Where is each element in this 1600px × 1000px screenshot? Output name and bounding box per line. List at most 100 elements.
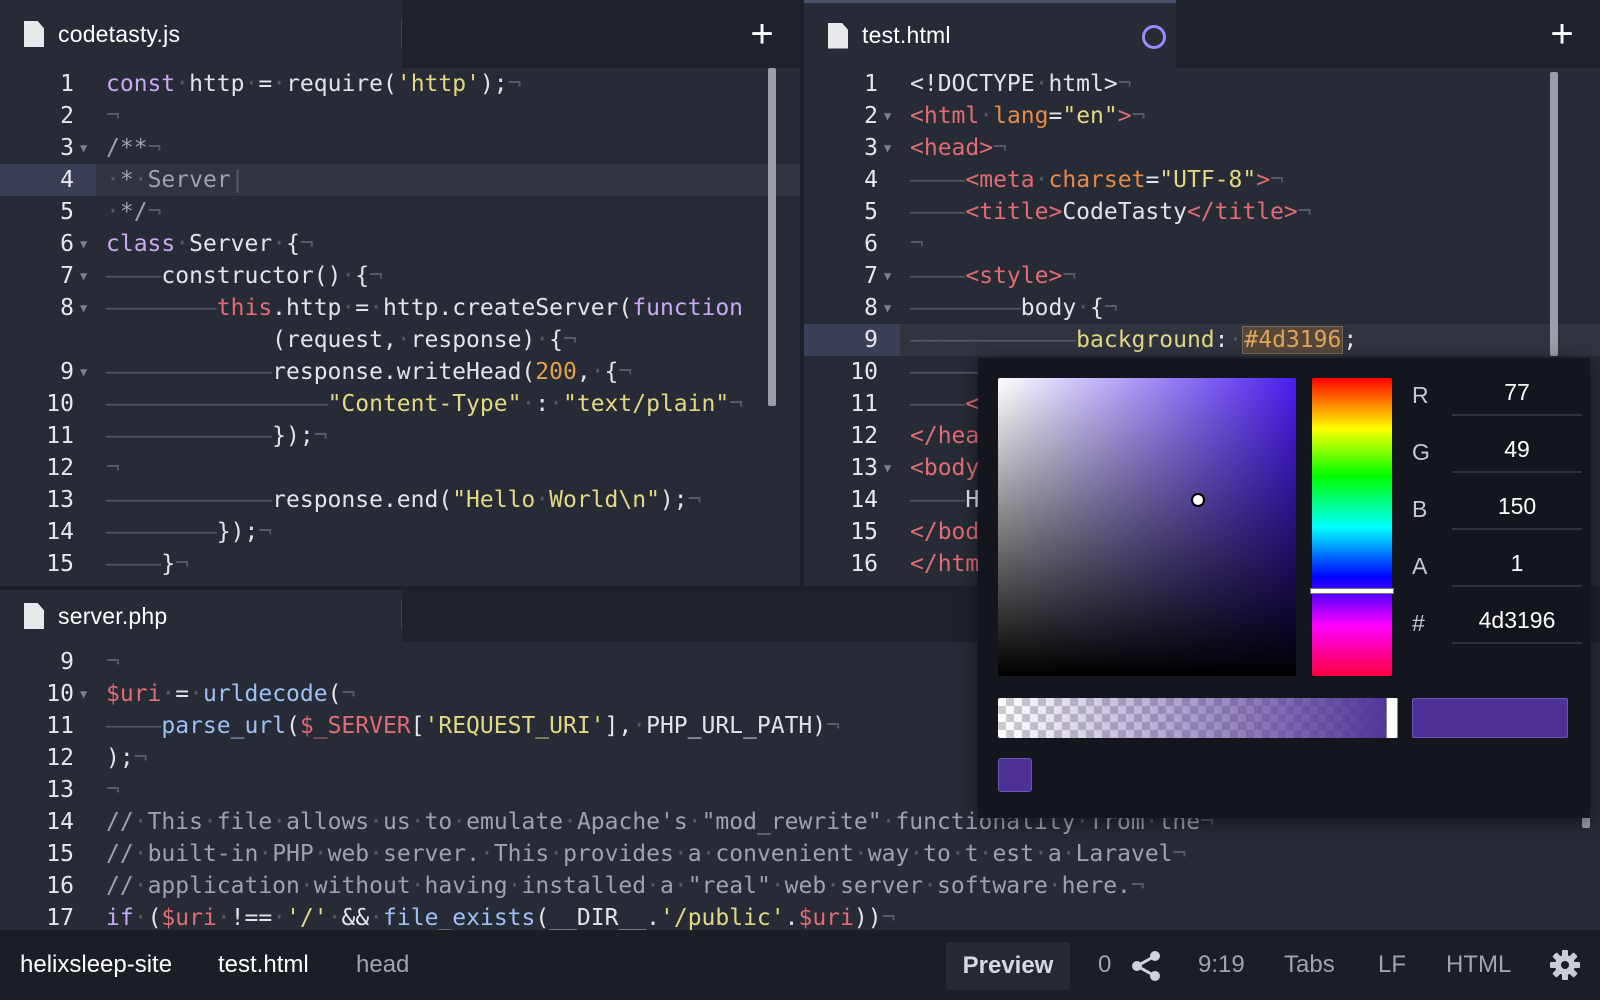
indentation-setting[interactable]: Tabs xyxy=(1284,930,1335,1000)
line-text: ·*·Server| xyxy=(106,167,245,193)
line-number: 15 xyxy=(850,519,878,545)
line-number: 8 xyxy=(864,295,878,321)
code-line[interactable]: 17 if·($uri·!==·'/'·&&·file_exists(__DIR_… xyxy=(0,902,1600,930)
channel-input[interactable]: 49 xyxy=(1452,427,1582,473)
color-swatch[interactable] xyxy=(998,758,1032,792)
unsaved-circle-icon[interactable] xyxy=(1142,25,1166,49)
line-text: //·built-in·PHP·web·server.·This·provide… xyxy=(106,841,1187,867)
channel-row: B 150 xyxy=(1412,484,1582,532)
code-line[interactable]: 3 ▼ /**¬ xyxy=(0,132,800,164)
tab-separator xyxy=(401,600,402,630)
line-number: 4 xyxy=(0,164,96,196)
line-text: ¬ xyxy=(106,649,120,675)
fold-arrow-icon[interactable]: ▼ xyxy=(80,678,87,710)
code-line[interactable]: 2 ▼ <html·lang="en">¬ xyxy=(804,100,1600,132)
channel-input[interactable]: 77 xyxy=(1452,370,1582,416)
line-text: ¬ xyxy=(106,777,120,803)
code-line[interactable]: 7 ▼ ————constructor()·{¬ xyxy=(0,260,800,292)
line-number: 16 xyxy=(850,551,878,577)
fold-arrow-icon[interactable]: ▼ xyxy=(80,292,87,324)
fold-arrow-icon[interactable]: ▼ xyxy=(80,356,87,388)
hue-handle[interactable] xyxy=(1310,587,1394,594)
cursor-position[interactable]: 9:19 xyxy=(1198,930,1245,1000)
scrollbar[interactable] xyxy=(768,68,776,406)
channel-input[interactable]: 4d3196 xyxy=(1452,598,1582,644)
code-line[interactable]: 1 <!DOCTYPE·html>¬ xyxy=(804,68,1600,100)
saturation-cursor[interactable] xyxy=(1190,493,1205,508)
code-line[interactable]: 1 const·http·=·require('http');¬ xyxy=(0,68,800,100)
line-number: 11 xyxy=(46,713,74,739)
language-mode[interactable]: HTML xyxy=(1446,930,1511,1000)
plus-icon[interactable]: + xyxy=(1542,14,1582,54)
code-line[interactable]: 4 ————<meta·charset="UTF-8">¬ xyxy=(804,164,1600,196)
status-bar: helixsleep-site test.html head Preview 0… xyxy=(0,930,1600,1000)
code-line[interactable]: 6 ¬ xyxy=(804,228,1600,260)
fold-arrow-icon[interactable]: ▼ xyxy=(80,132,87,164)
code-line[interactable]: 13 ————————————response.end("Hello·World\… xyxy=(0,484,800,516)
code-line[interactable]: 9 ————————————background:·#4d3196; xyxy=(804,324,1600,356)
line-text: ————parse_url($_SERVER['REQUEST_URI'],·P… xyxy=(106,713,840,739)
hue-slider[interactable] xyxy=(1310,378,1394,676)
code-editor[interactable]: 1 const·http·=·require('http');¬ 2 ¬ 3 ▼/**¬ 4… xyxy=(0,68,800,586)
channel-input[interactable]: 150 xyxy=(1452,484,1582,530)
alpha-slider[interactable] xyxy=(998,698,1398,738)
line-text: //·application·without·having·installed·… xyxy=(106,873,1145,899)
channel-label: A xyxy=(1412,553,1428,579)
code-line[interactable]: 14 ————————});¬ xyxy=(0,516,800,548)
editor-pane-codetasty-js: codetasty.js + 1 const·http·=·require('ht… xyxy=(0,0,800,586)
line-text: ————————————response.end("Hello·World\n"… xyxy=(106,487,702,513)
share-icon[interactable] xyxy=(1130,950,1162,982)
gear-icon[interactable] xyxy=(1550,950,1580,980)
code-line[interactable]: 8 ▼ ————————this.http·=·http.createServer(… xyxy=(0,292,800,324)
code-line[interactable]: 4 ·*·Server| xyxy=(0,164,800,196)
alpha-handle[interactable] xyxy=(1386,698,1398,738)
saturation-brightness-area[interactable] xyxy=(998,378,1296,676)
line-text: ————<style>¬ xyxy=(910,263,1077,289)
fold-arrow-icon[interactable]: ▼ xyxy=(80,260,87,292)
code-line[interactable]: 3 ▼ <head>¬ xyxy=(804,132,1600,164)
plus-icon[interactable]: + xyxy=(742,14,782,54)
line-number: 12 xyxy=(46,455,74,481)
project-name[interactable]: helixsleep-site xyxy=(20,930,172,1000)
code-line[interactable]: 12 ¬ xyxy=(0,452,800,484)
code-line[interactable]: 15 //·built-in·PHP·web·server.·This·provi… xyxy=(0,838,1600,870)
line-number: 9 xyxy=(60,649,74,675)
tab-codetasty-js[interactable]: codetasty.js xyxy=(0,0,402,68)
channel-input[interactable]: 1 xyxy=(1452,541,1582,587)
code-line[interactable]: 11 ————————————});¬ xyxy=(0,420,800,452)
channel-label: B xyxy=(1412,496,1428,522)
channel-label: G xyxy=(1412,439,1430,465)
code-line[interactable]: 5 ————<title>CodeTasty</title>¬ xyxy=(804,196,1600,228)
code-line[interactable]: 6 ▼ class·Server·{¬ xyxy=(0,228,800,260)
code-line[interactable]: (request,·response)·{¬ xyxy=(0,324,800,356)
tab-test-html[interactable]: test.html xyxy=(804,0,1176,68)
fold-arrow-icon[interactable]: ▼ xyxy=(884,452,891,484)
line-number: 4 xyxy=(864,167,878,193)
tab-server-php[interactable]: server.php xyxy=(0,590,402,642)
current-file[interactable]: test.html xyxy=(218,930,309,1000)
code-line[interactable]: 7 ▼ ————<style>¬ xyxy=(804,260,1600,292)
fold-arrow-icon[interactable]: ▼ xyxy=(80,228,87,260)
line-text: /**¬ xyxy=(106,135,162,161)
line-text: ————————————response.writeHead(200,·{¬ xyxy=(106,359,633,385)
code-line[interactable]: 15 ————}¬ xyxy=(0,548,800,580)
fold-arrow-icon[interactable]: ▼ xyxy=(884,260,891,292)
code-line[interactable]: 16 //·application·without·having·installe… xyxy=(0,870,1600,902)
code-line[interactable]: 2 ¬ xyxy=(0,100,800,132)
preview-button[interactable]: Preview xyxy=(946,942,1070,990)
code-line[interactable]: 5 ·*/¬ xyxy=(0,196,800,228)
line-endings[interactable]: LF xyxy=(1378,930,1406,1000)
line-number: 10 xyxy=(850,359,878,385)
code-line[interactable]: 9 ▼ ————————————response.writeHead(200,·{¬ xyxy=(0,356,800,388)
fold-arrow-icon[interactable]: ▼ xyxy=(884,100,891,132)
line-number: 9 xyxy=(60,359,74,385)
tab-separator xyxy=(401,18,402,48)
line-text: ————H xyxy=(910,487,980,513)
line-number: 5 xyxy=(60,199,74,225)
fold-arrow-icon[interactable]: ▼ xyxy=(884,292,891,324)
fold-arrow-icon[interactable]: ▼ xyxy=(884,132,891,164)
code-line[interactable]: 10 ————————————————"Content-Type"·:·"text… xyxy=(0,388,800,420)
line-text: ————}¬ xyxy=(106,551,190,577)
code-line[interactable]: 8 ▼ ————————body·{¬ xyxy=(804,292,1600,324)
scrollbar[interactable] xyxy=(1550,72,1558,356)
